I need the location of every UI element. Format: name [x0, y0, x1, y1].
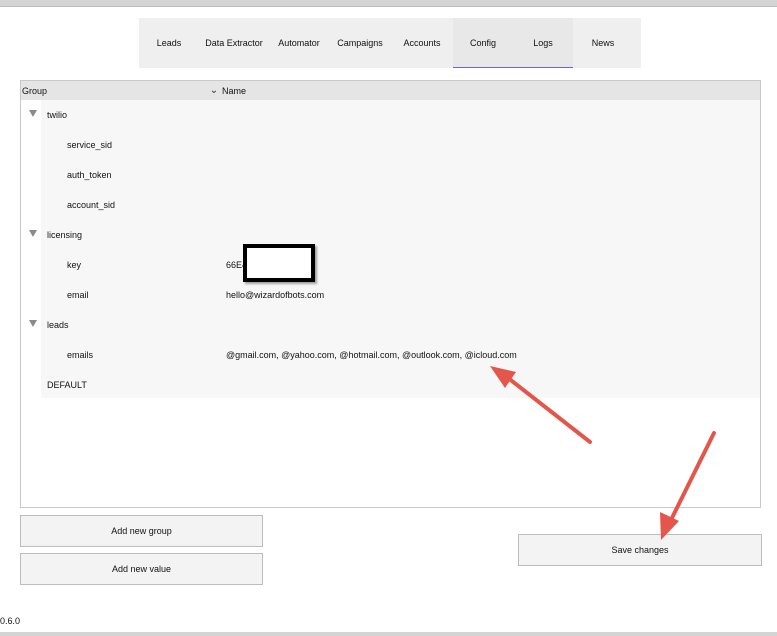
tab-config[interactable]: Config: [453, 18, 513, 68]
group-row-licensing[interactable]: licensing: [29, 220, 760, 250]
expand-triangle-icon[interactable]: [29, 110, 37, 117]
redaction-box: [243, 244, 315, 282]
tab-data-extractor[interactable]: Data Extractor: [199, 18, 269, 68]
tree-body: twilio service_sid auth_token account_si…: [29, 100, 760, 400]
tab-logs[interactable]: Logs: [513, 18, 573, 68]
key-label: auth_token: [67, 170, 112, 180]
key-label: account_sid: [67, 200, 116, 210]
group-label: leads: [47, 320, 69, 330]
tree-row-auth-token[interactable]: auth_token: [41, 160, 760, 190]
tab-campaigns[interactable]: Campaigns: [329, 18, 391, 68]
group-row-default[interactable]: DEFAULT: [41, 370, 760, 400]
group-row-leads[interactable]: leads: [29, 310, 760, 340]
window-top-edge: [0, 0, 777, 7]
expand-triangle-icon[interactable]: [29, 320, 37, 327]
tree-header: Group ⌄ Name: [21, 81, 760, 100]
group-label: twilio: [47, 110, 68, 120]
tree-row-service-sid[interactable]: service_sid: [41, 130, 760, 160]
key-label: key: [67, 260, 82, 270]
key-label: service_sid: [67, 140, 113, 150]
group-row-twilio[interactable]: twilio: [29, 100, 760, 130]
key-label: email: [67, 290, 89, 300]
tab-leads[interactable]: Leads: [139, 18, 199, 68]
tab-news[interactable]: News: [573, 18, 633, 68]
add-new-group-button[interactable]: Add new group: [20, 515, 263, 547]
value-cell[interactable]: @gmail.com, @yahoo.com, @hotmail.com, @o…: [226, 350, 517, 360]
window-bottom-edge: [0, 632, 777, 636]
name-column-header[interactable]: Name: [221, 86, 246, 96]
key-label: emails: [67, 350, 94, 360]
tree-row-emails[interactable]: emails @gmail.com, @yahoo.com, @hotmail.…: [41, 340, 760, 370]
save-changes-button[interactable]: Save changes: [518, 534, 762, 566]
tab-bar: Leads Data Extractor Automator Campaigns…: [139, 18, 641, 68]
tab-automator[interactable]: Automator: [269, 18, 329, 68]
group-label: DEFAULT: [47, 380, 87, 390]
expand-triangle-icon[interactable]: [29, 230, 37, 237]
group-column-header[interactable]: Group: [21, 86, 207, 96]
sort-chevron-down-icon[interactable]: ⌄: [207, 85, 221, 96]
version-label: 0.6.0: [0, 616, 21, 626]
add-new-value-button[interactable]: Add new value: [20, 553, 263, 585]
tree-row-key[interactable]: key 66E4: [41, 250, 760, 280]
tree-row-email[interactable]: email hello@wizardofbots.com: [41, 280, 760, 310]
tree-row-account-sid[interactable]: account_sid: [41, 190, 760, 220]
tab-accounts[interactable]: Accounts: [391, 18, 453, 68]
config-tree-view[interactable]: Group ⌄ Name twilio service_sid auth_tok…: [20, 80, 761, 508]
value-cell[interactable]: hello@wizardofbots.com: [226, 290, 324, 300]
group-label: licensing: [47, 230, 83, 240]
